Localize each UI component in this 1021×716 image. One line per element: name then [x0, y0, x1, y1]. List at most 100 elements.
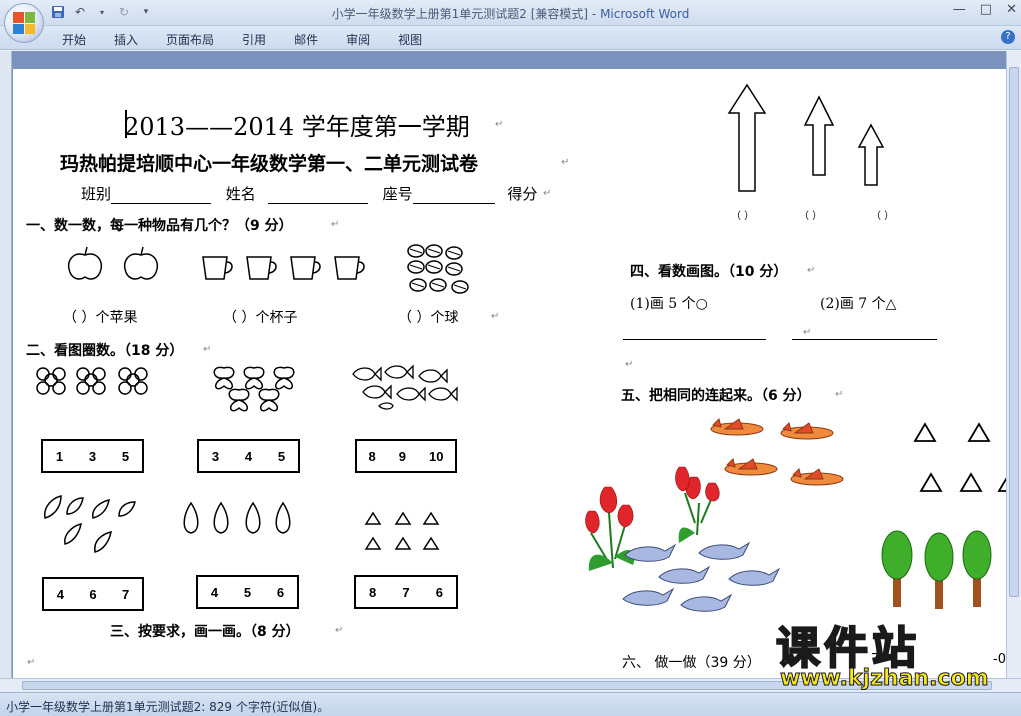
paragraph-mark: ↵	[803, 327, 812, 338]
leaves-picture	[44, 495, 136, 553]
paragraph-mark: ↵	[331, 219, 340, 230]
box-number[interactable]: 3	[89, 449, 96, 464]
name-label: 姓名	[225, 185, 256, 203]
tab-home[interactable]: 开始	[48, 31, 100, 48]
paragraph-mark: ↵	[835, 389, 844, 400]
box-number[interactable]: 4	[211, 585, 218, 600]
q2-title: 二、看图圈数。（18 分）	[26, 343, 184, 359]
paragraph-mark: ↵	[543, 188, 552, 199]
q3-title: 三、按要求，画一画。（8 分）	[110, 624, 300, 640]
box-number[interactable]: 5	[122, 449, 129, 464]
office-button[interactable]	[4, 3, 44, 43]
office-logo-icon	[13, 12, 35, 34]
q6-title: 六、 做一做（39 分）	[622, 655, 761, 671]
window-controls: — □ ✕	[953, 2, 1017, 17]
class-label: 班别	[81, 185, 112, 203]
box-number[interactable]: 7	[402, 585, 409, 600]
number-box-triangles[interactable]: 8 7 6	[354, 575, 458, 609]
paragraph-mark: ↵	[27, 657, 36, 668]
birds-picture	[622, 541, 781, 612]
box-number[interactable]: 1	[56, 449, 63, 464]
box-number[interactable]: 6	[436, 585, 443, 600]
paragraph-mark: ↵	[335, 625, 344, 636]
number-box-flowers[interactable]: 1 3 5	[41, 439, 144, 473]
paragraph-mark: ↵	[495, 119, 504, 130]
cups-picture	[202, 256, 365, 280]
tab-mailings[interactable]: 邮件	[280, 31, 332, 48]
paragraph-mark: ↵	[807, 265, 816, 276]
box-number[interactable]: 9	[399, 449, 406, 464]
close-button[interactable]: ✕	[1006, 2, 1017, 17]
watermark-url: www.kjzhan.com	[780, 666, 990, 692]
school-title: 玛热帕提培顺中心一年级数学第一、二单元测试卷	[60, 153, 479, 175]
vertical-scrollbar[interactable]	[1006, 51, 1021, 678]
app-name: Microsoft Word	[600, 7, 690, 21]
watermark: 课件站 www.kjzhan.com	[770, 612, 1020, 692]
box-number[interactable]: 6	[277, 585, 284, 600]
tab-view[interactable]: 视图	[384, 31, 436, 48]
q4-answer-line-b[interactable]	[792, 339, 937, 340]
paragraph-mark: ↵	[203, 344, 212, 355]
year-title: 2013——2014 学年度第一学期	[124, 113, 470, 141]
butterflies-picture	[213, 366, 295, 412]
text-cursor	[125, 110, 127, 138]
box-number[interactable]: 5	[244, 585, 251, 600]
help-icon[interactable]: ?	[1001, 30, 1015, 44]
ribbon-tabs: 开始 插入 页面布局 引用 邮件 审阅 视图	[48, 31, 436, 48]
minimize-button[interactable]: —	[953, 2, 966, 17]
arrow-blank-2[interactable]: （ ）	[799, 207, 822, 222]
tab-references[interactable]: 引用	[228, 31, 280, 48]
box-number[interactable]: 7	[122, 587, 129, 602]
apples-picture	[67, 246, 159, 280]
ribbon: 开始 插入 页面布局 引用 邮件 审阅 视图 ?	[0, 26, 1021, 50]
number-box-leaves[interactable]: 4 6 7	[42, 577, 144, 611]
q4-answer-line-a[interactable]	[623, 339, 766, 340]
box-number[interactable]: 6	[89, 587, 96, 602]
box-number[interactable]: 4	[57, 587, 64, 602]
outline-triangles-picture	[913, 422, 1006, 492]
seat-blank[interactable]	[412, 190, 495, 204]
tab-review[interactable]: 审阅	[332, 31, 384, 48]
number-box-fish[interactable]: 8 9 10	[355, 439, 457, 473]
arrows-picture	[727, 83, 885, 192]
class-blank[interactable]	[111, 190, 212, 204]
student-info-line: 班别 姓名 座号 得分	[81, 183, 537, 204]
name-blank[interactable]	[267, 190, 368, 204]
number-box-pears[interactable]: 4 5 6	[196, 575, 299, 609]
box-number[interactable]: 8	[369, 449, 376, 464]
tab-insert[interactable]: 插入	[100, 31, 152, 48]
trees-picture	[881, 530, 992, 609]
vertical-scroll-thumb[interactable]	[1009, 67, 1019, 597]
box-number[interactable]: 5	[278, 449, 285, 464]
status-text: 小学一年级数学上册第1单元测试题2: 829 个字符(近似值)。	[6, 700, 330, 714]
arrow-blank-1[interactable]: （ ）	[731, 207, 754, 222]
paragraph-mark: ↵	[491, 311, 500, 322]
box-number[interactable]: 10	[429, 449, 443, 464]
arrow-blank-3[interactable]: （ ）	[871, 207, 894, 222]
paragraph-mark: ↵	[625, 359, 634, 370]
triangles-picture	[364, 511, 440, 550]
box-number[interactable]: 3	[212, 449, 219, 464]
balls-answer: （ ）个球	[398, 310, 459, 326]
document-page[interactable]: 2013——2014 学年度第一学期 玛热帕提培顺中心一年级数学第一、二单元测试…	[13, 69, 1006, 678]
q4-part-a: (1)画 5 个○	[630, 296, 708, 312]
q4-title: 四、看数画图。（10 分）	[630, 264, 788, 280]
document-title: 小学一年级数学上册第1单元测试题2 [兼容模式] -	[331, 7, 601, 21]
fish-picture	[352, 364, 458, 410]
box-number[interactable]: 8	[369, 585, 376, 600]
q4-part-b: (2)画 7 个△	[820, 296, 897, 312]
box-number[interactable]: 4	[245, 449, 252, 464]
q1-title: 一、数一数，每一种物品有几个？（9 分）	[26, 218, 293, 234]
tab-page-layout[interactable]: 页面布局	[152, 31, 228, 48]
number-box-butterflies[interactable]: 3 4 5	[197, 439, 300, 473]
flowers-picture	[36, 367, 148, 395]
title-bar: ↶ ▾ ↻ ▾ 小学一年级数学上册第1单元测试题2 [兼容模式] - Micro…	[0, 0, 1021, 26]
q5-title: 五、把相同的连起来。（6 分）	[621, 388, 811, 404]
balls-picture	[407, 244, 469, 294]
status-bar: 小学一年级数学上册第1单元测试题2: 829 个字符(近似值)。	[0, 692, 1021, 716]
seat-label: 座号	[382, 185, 413, 203]
vertical-ruler	[0, 51, 12, 678]
maximize-button[interactable]: □	[980, 2, 992, 17]
score-label: 得分	[507, 185, 538, 203]
apples-answer: （ ）个苹果	[63, 310, 138, 326]
